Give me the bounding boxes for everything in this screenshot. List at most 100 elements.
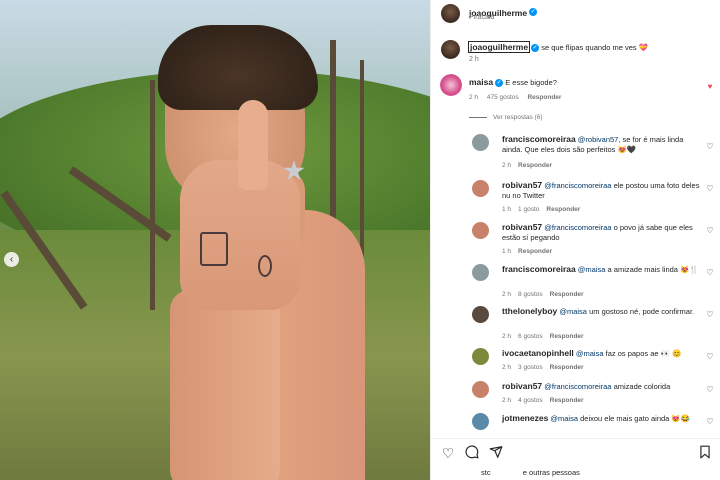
- view-replies-divider: [469, 116, 487, 118]
- liked-by-user[interactable]: stc: [481, 468, 491, 477]
- reply-button[interactable]: Responder: [518, 162, 552, 169]
- avatar[interactable]: [472, 381, 489, 398]
- reply-text: amizade colorida: [613, 382, 671, 391]
- comment-icon[interactable]: [464, 445, 480, 461]
- share-icon[interactable]: [488, 445, 504, 461]
- reply-button[interactable]: Responder: [527, 94, 561, 101]
- post-photo[interactable]: ‹: [0, 0, 430, 480]
- avatar[interactable]: [472, 134, 489, 151]
- reply-button[interactable]: Responder: [550, 333, 584, 340]
- heart-icon[interactable]: ♡: [440, 445, 456, 461]
- caption-username[interactable]: joaoguilherme: [467, 41, 531, 53]
- heart-icon[interactable]: ♡: [705, 184, 715, 194]
- hand-tattoo: [258, 255, 272, 277]
- verified-badge-icon: ✓: [529, 7, 538, 16]
- heart-icon[interactable]: ♡: [705, 417, 715, 427]
- reply-text: a amizade mais linda 😻🍴: [607, 265, 699, 274]
- view-replies-button[interactable]: Ver respostas (6): [469, 114, 543, 121]
- reply-mention[interactable]: @maisa: [576, 349, 604, 358]
- bookmark-icon[interactable]: [697, 445, 713, 461]
- reply-mention[interactable]: @franciscomoreiraa: [544, 382, 611, 391]
- comment-text-line: maisa ✓ E esse bigode?: [469, 77, 557, 88]
- avatar[interactable]: [472, 413, 489, 430]
- reply-text-line: jotmenezes @maisa deixou ele mais gato a…: [502, 413, 702, 424]
- reply-username[interactable]: robivan57: [502, 180, 542, 190]
- reply-meta: 2 h 3 gostos Responder: [502, 364, 591, 371]
- person-finger: [238, 100, 268, 190]
- reply-mention[interactable]: @franciscomoreiraa: [544, 181, 611, 190]
- avatar[interactable]: [440, 74, 462, 96]
- reply-time: 2 h: [502, 333, 512, 340]
- reply-likes[interactable]: 4 gostos: [518, 397, 543, 404]
- reply-time: 2 h: [502, 364, 512, 371]
- reply-username[interactable]: franciscomoreiraa: [502, 134, 576, 144]
- previous-arrow-icon[interactable]: ‹: [4, 252, 19, 267]
- caption-text: se que flipas quando me ves 💝: [541, 43, 649, 52]
- reply-likes[interactable]: 8 gostos: [518, 291, 543, 298]
- reply-text-line: robivan57 @franciscomoreiraa ele postou …: [502, 180, 702, 201]
- reply-username[interactable]: robivan57: [502, 222, 542, 232]
- avatar[interactable]: [472, 264, 489, 281]
- reply-mention[interactable]: @maisa: [578, 265, 606, 274]
- post-header: joaoguilherme ✓ Piracaia: [431, 0, 720, 30]
- reply-mention[interactable]: @franciscomoreiraa: [544, 223, 611, 232]
- verified-badge-icon: ✓: [531, 44, 540, 53]
- reply-text: faz os papos ae 👀 😊: [605, 349, 682, 358]
- avatar[interactable]: [472, 306, 489, 323]
- reply-mention[interactable]: @robivan57: [578, 135, 619, 144]
- reply-likes[interactable]: 6 gostos: [518, 333, 543, 340]
- reply-likes[interactable]: 3 gostos: [518, 364, 543, 371]
- reply-mention[interactable]: @maisa: [550, 414, 578, 423]
- liked-by-line[interactable]: stc e outras pessoas: [481, 468, 580, 477]
- reply-text-line: tthelonelyboy @maisa um gostoso né, pode…: [502, 306, 702, 317]
- reply-likes[interactable]: 1 gosto: [518, 206, 539, 213]
- reply-time: 2 h: [502, 162, 512, 169]
- heart-icon[interactable]: ♡: [705, 226, 715, 236]
- view-replies-label: Ver respostas (6): [493, 114, 543, 121]
- comment-username[interactable]: maisa: [469, 77, 493, 87]
- heart-icon[interactable]: ♡: [705, 352, 715, 362]
- avatar[interactable]: [441, 40, 460, 59]
- reply-username[interactable]: jotmenezes: [502, 413, 548, 423]
- comment-icon-glyph: [465, 445, 479, 459]
- heart-icon[interactable]: ♡: [705, 385, 715, 395]
- reply-username[interactable]: tthelonelyboy: [502, 306, 557, 316]
- person-arm: [170, 290, 280, 480]
- bookmark-icon-glyph: [700, 445, 710, 459]
- reply-username[interactable]: franciscomoreiraa: [502, 264, 576, 274]
- reply-meta: 2 h 6 gostos Responder: [502, 333, 591, 340]
- reply-button[interactable]: Responder: [518, 248, 552, 255]
- avatar[interactable]: [472, 222, 489, 239]
- location-link[interactable]: Piracaia: [469, 14, 494, 21]
- reply-mention[interactable]: @maisa: [559, 307, 587, 316]
- reply-time: 1 h: [502, 248, 512, 255]
- avatar[interactable]: [472, 348, 489, 365]
- reply-text-line: robivan57 @franciscomoreiraa o povo já s…: [502, 222, 702, 243]
- reply-time: 2 h: [502, 397, 512, 404]
- reply-button[interactable]: Responder: [546, 206, 580, 213]
- comment-likes[interactable]: 475 gostos: [487, 94, 519, 101]
- heart-icon[interactable]: ♡: [705, 310, 715, 320]
- share-icon-glyph: [489, 446, 503, 458]
- reply-time: 1 h: [502, 206, 512, 213]
- reply-time: 2 h: [502, 291, 512, 298]
- comments-panel: joaoguilherme ✓ Piracaia joaoguilherme ✓ s…: [430, 0, 720, 480]
- comment-time: 2 h: [469, 94, 479, 101]
- comment-meta: 2 h 475 gostos Responder: [469, 94, 568, 101]
- avatar[interactable]: [472, 180, 489, 197]
- person-hair: [158, 25, 318, 110]
- reply-username[interactable]: robivan57: [502, 381, 542, 391]
- reply-button[interactable]: Responder: [550, 397, 584, 404]
- heart-icon[interactable]: ♥: [705, 82, 715, 92]
- heart-icon[interactable]: ♡: [705, 142, 715, 152]
- reply-button[interactable]: Responder: [550, 364, 584, 371]
- liked-by-others[interactable]: e outras pessoas: [523, 468, 580, 477]
- post-actions: ♡: [431, 438, 720, 464]
- avatar[interactable]: [441, 4, 460, 23]
- heart-icon[interactable]: ♡: [705, 268, 715, 278]
- verified-badge-icon: ✓: [495, 79, 504, 88]
- reply-text-line: franciscomoreiraa @maisa a amizade mais …: [502, 264, 702, 275]
- reply-username[interactable]: ivocaetanopinhell: [502, 348, 574, 358]
- reply-text-line: robivan57 @franciscomoreiraa amizade col…: [502, 381, 702, 392]
- reply-button[interactable]: Responder: [550, 291, 584, 298]
